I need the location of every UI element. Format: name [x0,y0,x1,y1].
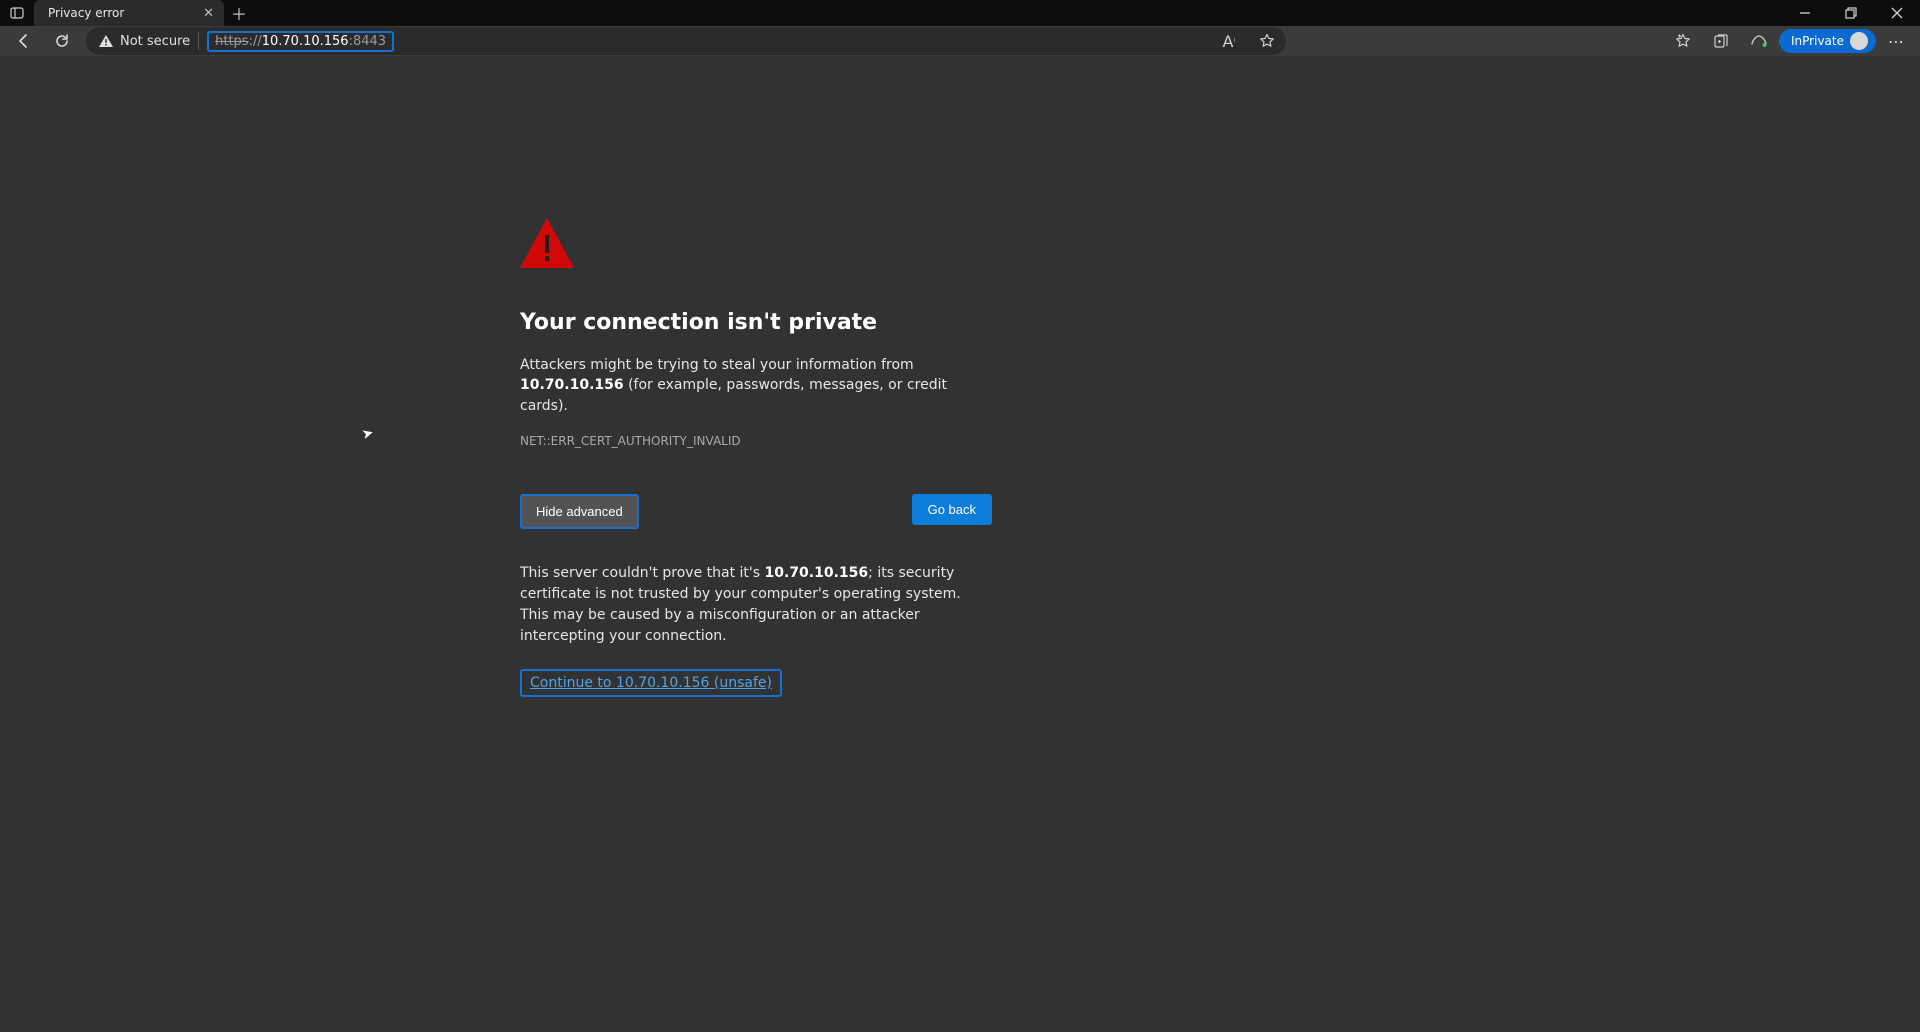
window-minimize-icon[interactable] [1782,0,1828,26]
collections-button[interactable] [1703,27,1739,55]
url-separator: :// [249,34,262,49]
error-heading: Your connection isn't private [520,310,992,335]
browser-toolbar: Not secure https://10.70.10.156:8443 A⁾ … [0,26,1920,56]
error-code: NET::ERR_CERT_AUTHORITY_INVALID [520,434,992,448]
inprivate-indicator[interactable]: InPrivate [1779,29,1876,53]
close-tab-icon[interactable]: ✕ [203,6,214,21]
url-text[interactable]: https://10.70.10.156:8443 [207,31,394,52]
page-content: Your connection isn't private Attackers … [0,56,1920,1032]
url-port: :8443 [349,34,386,49]
read-aloud-icon[interactable]: A⁾ [1214,32,1244,51]
url-host: 10.70.10.156 [262,34,349,49]
error-description-prefix: Attackers might be trying to steal your … [520,357,914,373]
window-close-icon[interactable] [1874,0,1920,26]
continue-unsafe-link[interactable]: Continue to 10.70.10.156 (unsafe) [520,669,782,697]
site-security-indicator[interactable]: Not secure [98,34,190,49]
error-description-host: 10.70.10.156 [520,377,624,393]
performance-button[interactable] [1741,27,1777,55]
window-controls [1782,0,1920,26]
tab-title: Privacy error [48,6,124,20]
favorite-star-icon[interactable] [1252,33,1282,49]
advanced-explanation-prefix: This server couldn't prove that it's [520,565,765,581]
tab-active[interactable]: Privacy error ✕ [34,0,224,26]
advanced-explanation: This server couldn't prove that it's 10.… [520,563,992,647]
advanced-explanation-host: 10.70.10.156 [765,565,869,581]
tab-actions-button[interactable] [0,0,34,26]
mouse-cursor-icon: ➤ [360,425,375,443]
new-tab-button[interactable]: ＋ [224,0,254,26]
inprivate-label: InPrivate [1791,34,1844,48]
address-bar[interactable]: Not secure https://10.70.10.156:8443 A⁾ [86,27,1286,55]
warning-triangle-icon [98,34,114,48]
profile-avatar-icon [1850,32,1868,50]
go-back-button[interactable]: Go back [912,494,992,525]
divider [198,32,199,50]
titlebar: Privacy error ✕ ＋ [0,0,1920,26]
button-row: Hide advanced Go back [520,494,992,529]
favorites-button[interactable] [1665,27,1701,55]
url-scheme: https [215,34,248,49]
more-menu-button[interactable]: ⋯ [1878,27,1914,55]
window-restore-icon[interactable] [1828,0,1874,26]
nav-refresh-button[interactable] [44,27,80,55]
hide-advanced-button[interactable]: Hide advanced [520,494,639,529]
nav-back-button[interactable] [6,27,42,55]
error-description: Attackers might be trying to steal your … [520,355,992,416]
danger-triangle-icon [518,216,576,270]
not-secure-label: Not secure [120,34,190,49]
privacy-error-interstitial: Your connection isn't private Attackers … [520,216,992,697]
